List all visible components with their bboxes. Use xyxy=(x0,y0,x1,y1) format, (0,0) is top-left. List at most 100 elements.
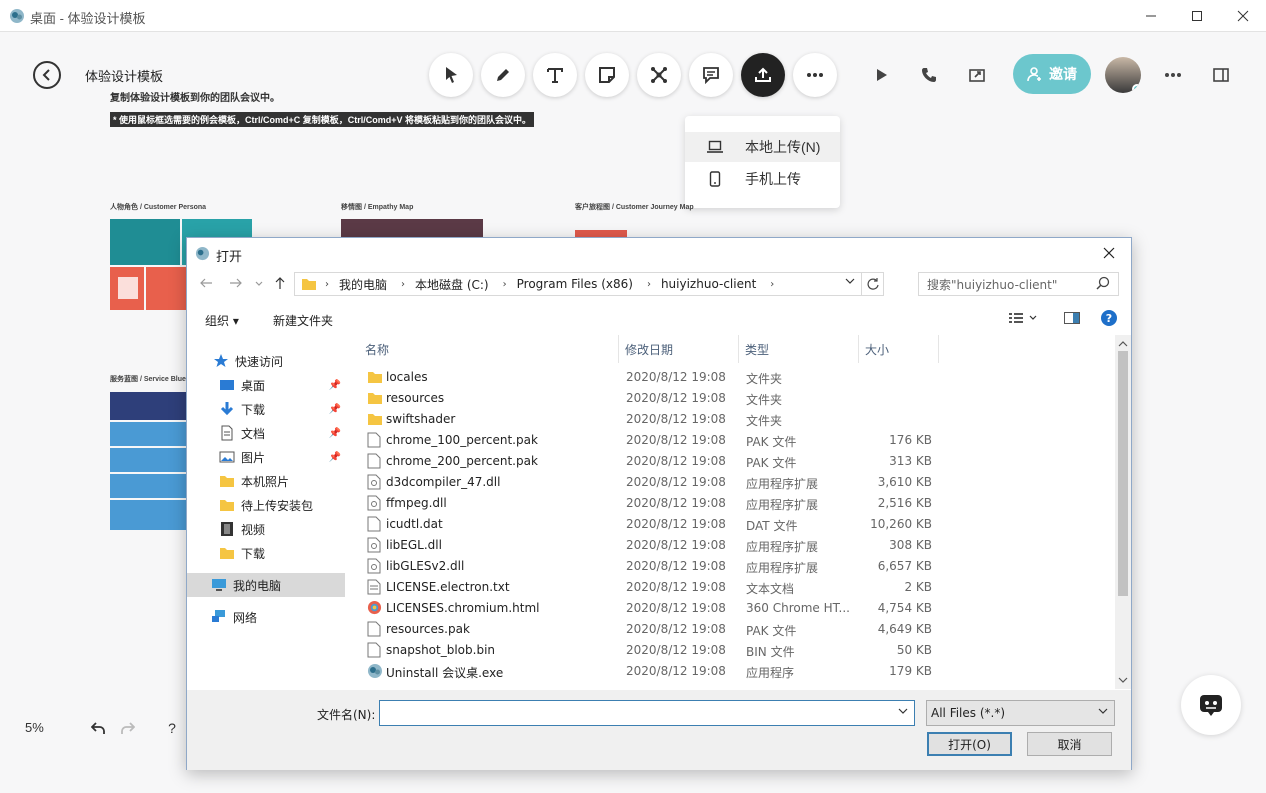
help-button[interactable]: ? xyxy=(163,719,181,737)
filename-dropdown[interactable] xyxy=(898,707,908,718)
file-row[interactable]: Uninstall 会议桌.exe 2020/8/12 19:08 应用程序 179 … xyxy=(347,660,947,681)
user-avatar[interactable] xyxy=(1105,57,1141,93)
close-icon xyxy=(1103,247,1115,259)
dll-file-icon xyxy=(367,495,381,511)
comment-tool-button[interactable] xyxy=(689,53,733,97)
file-row[interactable]: ffmpeg.dll 2020/8/12 19:08 应用程序扩展 2,516 KB xyxy=(347,492,947,513)
file-row[interactable]: swiftshader 2020/8/12 19:08 文件夹 xyxy=(347,408,947,429)
file-type-filter[interactable]: All Files (*.*) xyxy=(926,700,1115,726)
file-list-scrollbar[interactable] xyxy=(1115,335,1131,689)
column-header-date[interactable]: 修改日期 xyxy=(619,335,739,363)
invite-button[interactable]: 邀请 xyxy=(1013,54,1091,94)
breadcrumb-item[interactable]: huiyizhuo-client xyxy=(661,277,756,291)
file-row[interactable]: d3dcompiler_47.dll 2020/8/12 19:08 应用程序扩展 3… xyxy=(347,471,947,492)
more-menu-button[interactable] xyxy=(1162,64,1184,86)
file-row[interactable]: locales 2020/8/12 19:08 文件夹 xyxy=(347,366,947,387)
sticky-note-tool-button[interactable] xyxy=(585,53,629,97)
file-name: libGLESv2.dll xyxy=(386,559,465,573)
share-screen-button[interactable] xyxy=(966,64,988,86)
text-tool-button[interactable] xyxy=(533,53,577,97)
nav-item-downloads[interactable]: 下载 📌 xyxy=(187,397,345,421)
file-row[interactable]: resources.pak 2020/8/12 19:08 PAK 文件 4,649 … xyxy=(347,618,947,639)
forward-nav-button[interactable] xyxy=(229,276,243,294)
file-type: DAT 文件 xyxy=(746,519,798,533)
up-nav-button[interactable] xyxy=(273,276,287,294)
undo-button[interactable] xyxy=(89,719,107,737)
file-size: 313 KB xyxy=(889,454,932,468)
help-button[interactable]: ? xyxy=(1100,309,1118,330)
mobile-upload-item[interactable]: 手机上传 xyxy=(685,164,840,194)
breadcrumb-item[interactable]: 我的电脑 xyxy=(339,276,387,293)
open-button[interactable]: 打开(O) xyxy=(927,732,1012,756)
address-dropdown[interactable] xyxy=(845,277,855,288)
file-row[interactable]: libEGL.dll 2020/8/12 19:08 应用程序扩展 308 KB xyxy=(347,534,947,555)
call-button[interactable] xyxy=(918,64,940,86)
file-row[interactable]: icudtl.dat 2020/8/12 19:08 DAT 文件 10,260 KB xyxy=(347,513,947,534)
folder-icon xyxy=(302,279,316,290)
recent-locations-button[interactable] xyxy=(255,279,263,290)
close-window-button[interactable] xyxy=(1220,0,1266,32)
pen-icon xyxy=(497,69,509,81)
more-tools-button[interactable] xyxy=(793,53,837,97)
scrollbar-thumb[interactable] xyxy=(1118,351,1128,596)
breadcrumb-item[interactable]: 本地磁盘 (C:) xyxy=(415,276,489,293)
nav-item-folder[interactable]: 本机照片 xyxy=(187,469,345,493)
file-date: 2020/8/12 19:08 xyxy=(626,412,726,426)
file-row[interactable]: LICENSES.chromium.html 2020/8/12 19:08 360… xyxy=(347,597,947,618)
arrow-right-icon xyxy=(230,278,242,288)
board-title: 体验设计模板 xyxy=(85,69,164,84)
nav-item-folder[interactable]: 下载 xyxy=(187,541,345,565)
local-upload-item[interactable]: 本地上传(N) xyxy=(685,132,840,162)
column-header-size[interactable]: 大小 xyxy=(859,335,939,363)
file-row[interactable]: chrome_200_percent.pak 2020/8/12 19:08 PAK… xyxy=(347,450,947,471)
zoom-level[interactable]: 5% xyxy=(25,720,44,735)
filename-input[interactable] xyxy=(379,700,915,726)
folder-icon xyxy=(220,548,234,559)
back-button[interactable] xyxy=(33,61,61,89)
help-icon: ? xyxy=(1101,310,1117,326)
organize-button[interactable]: 组织 ▾ xyxy=(205,312,239,329)
quick-access-item[interactable]: 快速访问 xyxy=(187,349,345,373)
nav-item-desktop[interactable]: 桌面 📌 xyxy=(187,373,345,397)
new-folder-button[interactable]: 新建文件夹 xyxy=(273,312,333,329)
nav-item-videos[interactable]: 视频 xyxy=(187,517,345,541)
nav-item-this-pc[interactable]: 我的电脑 xyxy=(187,573,345,597)
present-button[interactable] xyxy=(870,64,892,86)
pen-tool-button[interactable] xyxy=(481,53,525,97)
view-options-button[interactable] xyxy=(1009,312,1037,327)
nav-item-documents[interactable]: 文档 📌 xyxy=(187,421,345,445)
column-header-type[interactable]: 类型 xyxy=(739,335,859,363)
minimize-button[interactable] xyxy=(1128,0,1174,32)
file-row[interactable]: chrome_100_percent.pak 2020/8/12 19:08 PAK… xyxy=(347,429,947,450)
column-header-name[interactable]: 名称 xyxy=(347,335,619,363)
file-row[interactable]: snapshot_blob.bin 2020/8/12 19:08 BIN 文件 50… xyxy=(347,639,947,660)
phone-icon xyxy=(922,68,936,82)
dialog-close-button[interactable] xyxy=(1103,244,1115,264)
shape-tool-button[interactable] xyxy=(637,53,681,97)
select-tool-button[interactable] xyxy=(429,53,473,97)
download-arrow-icon xyxy=(220,402,234,416)
redo-button[interactable] xyxy=(119,719,137,737)
minimize-icon xyxy=(1146,15,1156,17)
cancel-button[interactable]: 取消 xyxy=(1027,732,1112,756)
search-input[interactable]: 搜索"huiyizhuo-client" xyxy=(918,272,1119,296)
file-row[interactable]: resources 2020/8/12 19:08 文件夹 xyxy=(347,387,947,408)
refresh-button[interactable] xyxy=(861,273,883,295)
file-name: d3dcompiler_47.dll xyxy=(386,475,501,489)
file-date: 2020/8/12 19:08 xyxy=(626,517,726,531)
dialog-title: 打开 xyxy=(216,250,243,265)
breadcrumb-item[interactable]: Program Files (x86) xyxy=(517,277,633,291)
maximize-button[interactable] xyxy=(1174,0,1220,32)
address-bar[interactable]: › 我的电脑 › 本地磁盘 (C:) › Program Files (x86)… xyxy=(294,272,884,296)
file-row[interactable]: LICENSE.electron.txt 2020/8/12 19:08 文本文档 2… xyxy=(347,576,947,597)
chat-support-button[interactable] xyxy=(1181,675,1241,735)
app-logo-icon xyxy=(10,9,24,23)
upload-tool-button[interactable] xyxy=(741,53,785,97)
preview-pane-button[interactable] xyxy=(1064,312,1080,327)
nav-item-network[interactable]: 网络 xyxy=(187,605,345,629)
side-panel-toggle[interactable] xyxy=(1210,64,1232,86)
nav-item-pictures[interactable]: 图片 📌 xyxy=(187,445,345,469)
file-row[interactable]: libGLESv2.dll 2020/8/12 19:08 应用程序扩展 6,657 … xyxy=(347,555,947,576)
nav-item-folder[interactable]: 待上传安装包 xyxy=(187,493,345,517)
back-nav-button[interactable] xyxy=(199,276,213,294)
